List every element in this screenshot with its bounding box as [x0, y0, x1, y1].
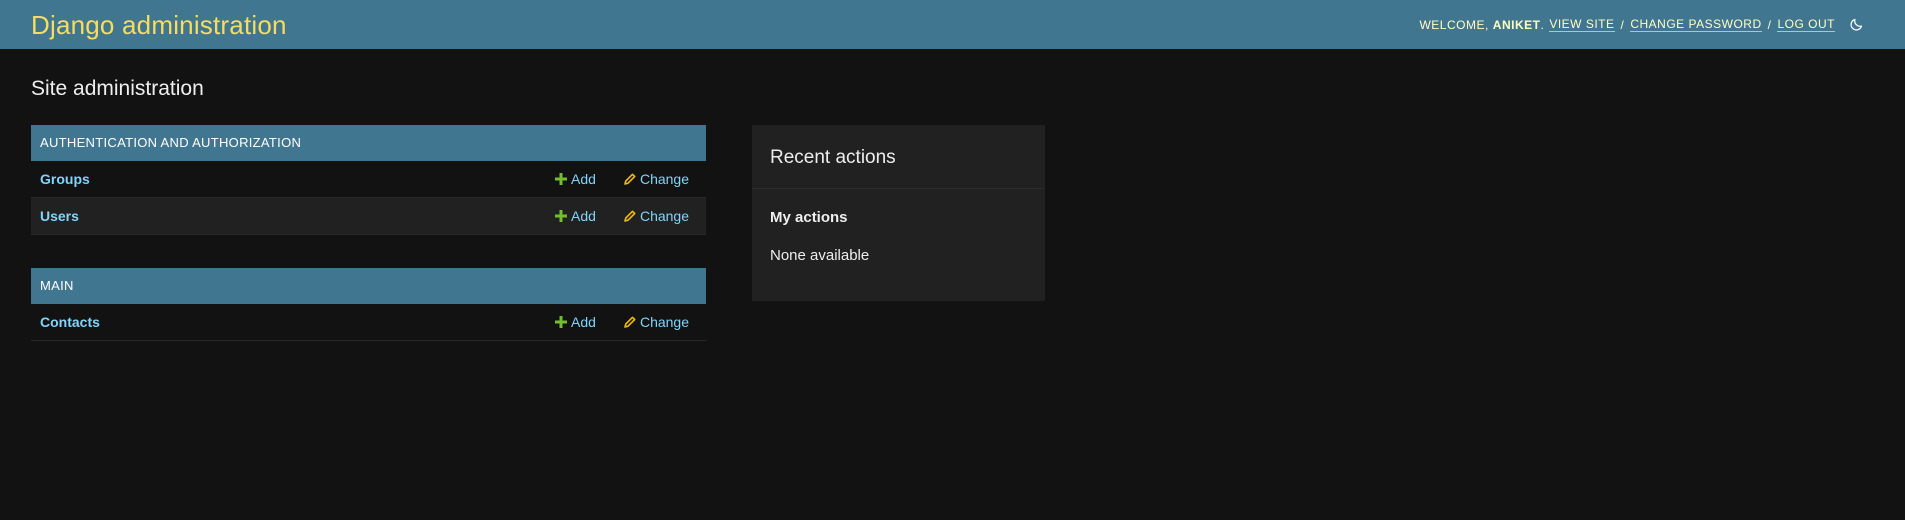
app-caption-auth[interactable]: Authentication and Authorization: [31, 125, 706, 161]
app-module-main: Main Contacts Add Change: [31, 268, 706, 341]
change-contacts-button[interactable]: Change: [623, 314, 689, 330]
pencil-icon: [623, 315, 637, 329]
change-label: Change: [639, 171, 689, 187]
separator: /: [1620, 17, 1625, 32]
my-actions-heading: My actions: [770, 209, 848, 226]
recent-actions-title: Recent actions: [752, 125, 1045, 189]
app-caption-main[interactable]: Main: [31, 268, 706, 304]
moon-icon: [1849, 18, 1862, 31]
plus-icon: [554, 209, 568, 223]
welcome-text: Welcome,: [1419, 17, 1489, 32]
recent-actions-panel: Recent actions My actions None available: [752, 125, 1045, 301]
pencil-icon: [623, 172, 637, 186]
view-site-link[interactable]: View site: [1549, 17, 1615, 32]
model-row-groups: Groups Add Change: [31, 161, 706, 198]
add-users-button[interactable]: Add: [554, 208, 596, 224]
add-label: Add: [571, 171, 596, 187]
page-title: Site administration: [31, 77, 204, 100]
theme-toggle-button[interactable]: [1847, 16, 1865, 34]
change-label: Change: [639, 314, 689, 330]
pencil-icon: [623, 209, 637, 223]
change-password-link[interactable]: Change password: [1630, 17, 1762, 32]
username-suffix: .: [1540, 17, 1545, 32]
model-link-users[interactable]: Users: [40, 208, 554, 224]
add-groups-button[interactable]: Add: [554, 171, 596, 187]
site-branding[interactable]: Django administration: [31, 12, 287, 38]
user-tools: Welcome, aniket. View site / Change pass…: [1419, 16, 1865, 34]
log-out-link[interactable]: Log out: [1777, 17, 1835, 32]
plus-icon: [554, 315, 568, 329]
no-actions-text: None available: [770, 247, 870, 264]
add-contacts-button[interactable]: Add: [554, 314, 596, 330]
separator: /: [1767, 17, 1772, 32]
content: Site administration Authentication and A…: [31, 49, 1875, 341]
change-groups-button[interactable]: Change: [623, 171, 689, 187]
app-module-auth: Authentication and Authorization Groups …: [31, 125, 706, 235]
add-label: Add: [571, 314, 596, 330]
change-label: Change: [639, 208, 689, 224]
model-row-users: Users Add Change: [31, 198, 706, 235]
header: Django administration Welcome, aniket. V…: [0, 0, 1905, 49]
username: aniket: [1492, 17, 1541, 32]
model-link-groups[interactable]: Groups: [40, 171, 554, 187]
plus-icon: [554, 172, 568, 186]
add-label: Add: [571, 208, 596, 224]
model-row-contacts: Contacts Add Change: [31, 304, 706, 341]
change-users-button[interactable]: Change: [623, 208, 689, 224]
model-link-contacts[interactable]: Contacts: [40, 314, 554, 330]
